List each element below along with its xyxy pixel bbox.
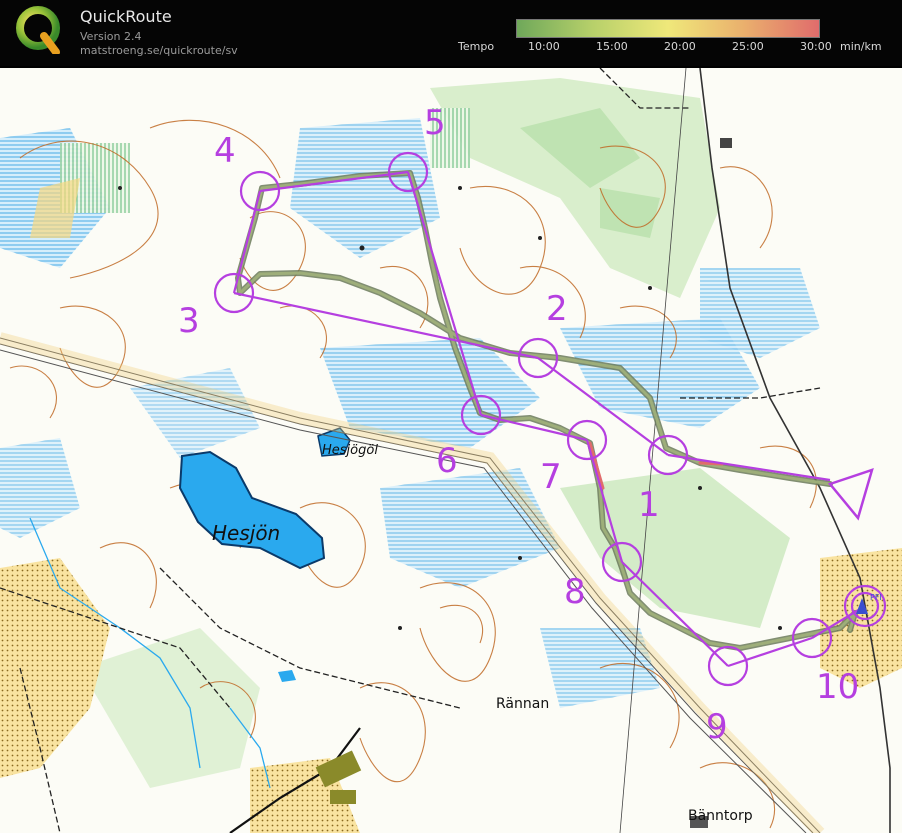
legend-unit: min/km xyxy=(840,40,882,53)
legend-tick: 15:00 xyxy=(596,40,628,53)
app-version: Version 2.4 xyxy=(80,30,142,43)
legend-tick: 30:00 xyxy=(800,40,832,53)
legend-title: Tempo xyxy=(458,40,495,53)
place-name: Bänntorp xyxy=(688,808,753,824)
finish-label: PFI xyxy=(870,593,882,602)
control-number: 8 xyxy=(564,572,586,612)
place-name: Hesjön xyxy=(212,521,280,545)
legend-tick: 10:00 xyxy=(528,40,560,53)
app-title: QuickRoute xyxy=(80,7,172,26)
control-number: 5 xyxy=(424,103,446,143)
control-number: 3 xyxy=(178,301,200,341)
legend-tick: 25:00 xyxy=(732,40,764,53)
control-number: 4 xyxy=(214,131,236,171)
place-name: Rännan xyxy=(496,696,549,712)
map-canvas: 1 2 3 4 5 6 7 8 9 10 Hesjön Hesjögöl Rän… xyxy=(0,68,902,833)
app-url: matstroeng.se/quickroute/sv xyxy=(80,44,238,57)
control-number: 9 xyxy=(706,707,728,747)
control-number: 7 xyxy=(540,457,562,497)
control-number: 1 xyxy=(638,485,660,525)
control-number: 6 xyxy=(436,441,458,481)
place-name: Hesjögöl xyxy=(322,443,378,458)
control-number: 2 xyxy=(546,289,568,329)
control-number: 10 xyxy=(816,667,859,707)
legend-tick: 20:00 xyxy=(664,40,696,53)
quickroute-logo-icon xyxy=(16,6,62,56)
top-bar: QuickRoute Version 2.4 matstroeng.se/qui… xyxy=(0,0,902,66)
orienteering-map[interactable]: 1 2 3 4 5 6 7 8 9 10 Hesjön Hesjögöl Rän… xyxy=(0,68,902,833)
tempo-color-scale xyxy=(516,19,820,38)
